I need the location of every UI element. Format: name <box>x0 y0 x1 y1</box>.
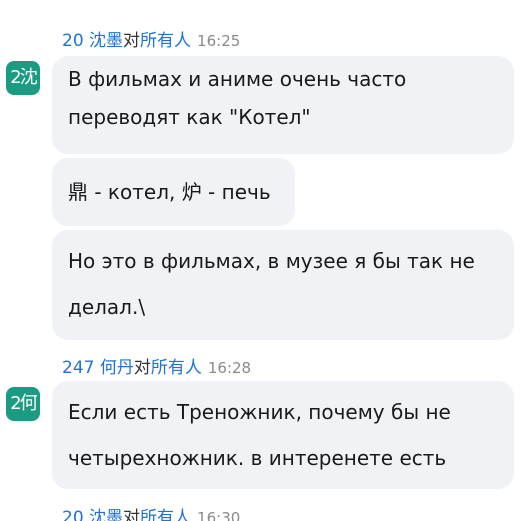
message-line: 鼎 - котел, 炉 - печь <box>68 180 271 204</box>
to-label: 对 <box>123 508 141 521</box>
message-line: переводят как "Котел" <box>68 105 311 129</box>
message-bubble[interactable]: В фильмах и аниме очень часто переводят … <box>52 56 514 154</box>
message-line: четырехножник. в интеренете есть <box>68 446 447 470</box>
audience-label: 所有人 <box>140 31 192 51</box>
message-time: 16:25 <box>197 32 241 50</box>
message-time: 16:30 <box>197 509 241 521</box>
chat-message-list[interactable]: 20 沈墨对所有人 16:25 2沈 В фильмах и аниме очен… <box>0 0 520 521</box>
to-label: 对 <box>133 358 151 378</box>
message-time: 16:28 <box>207 359 252 377</box>
message-header: 20 沈墨对所有人 16:25 <box>62 30 240 52</box>
message-header: 247 何丹对所有人 16:28 <box>62 357 251 379</box>
sender-name[interactable]: 247 何丹 <box>62 358 134 378</box>
sender-name[interactable]: 20 沈墨 <box>62 508 123 521</box>
avatar[interactable]: 2沈 <box>6 61 40 95</box>
to-label: 对 <box>123 31 141 51</box>
avatar[interactable]: 2何 <box>6 387 40 421</box>
audience-label: 所有人 <box>140 508 192 521</box>
message-line: В фильмах и аниме очень часто <box>68 67 407 91</box>
message-bubble[interactable]: Но это в фильмах, в музее я бы так не де… <box>52 230 514 340</box>
message-line: Если есть Треножник, почему бы не <box>68 400 451 424</box>
message-line: делал.\ <box>68 295 146 319</box>
message-bubble[interactable]: 鼎 - котел, 炉 - печь <box>52 158 295 226</box>
message-bubble[interactable]: Если есть Треножник, почему бы не четыре… <box>52 381 514 489</box>
message-header: 20 沈墨对所有人 16:30 <box>62 507 240 521</box>
audience-label: 所有人 <box>150 358 202 378</box>
message-line: Но это в фильмах, в музее я бы так не <box>68 249 475 273</box>
sender-name[interactable]: 20 沈墨 <box>62 31 123 51</box>
